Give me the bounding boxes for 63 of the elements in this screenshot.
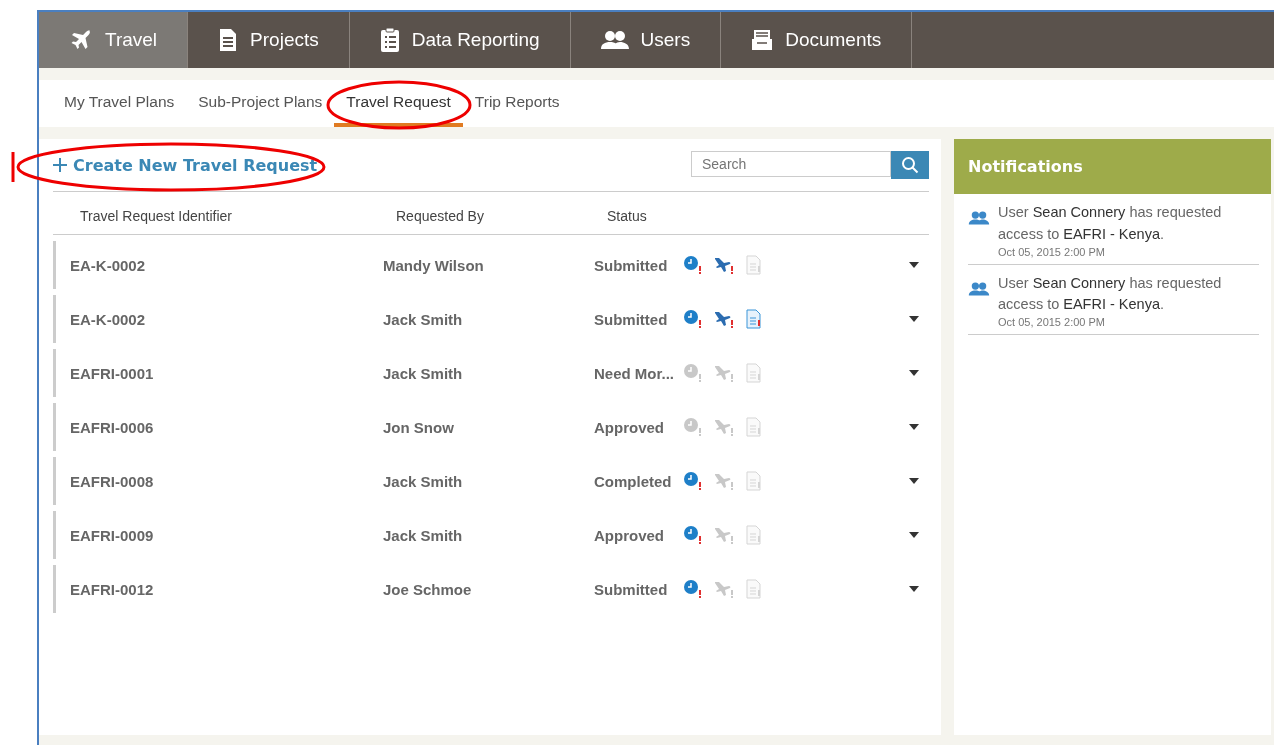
tray-icon [751, 29, 774, 51]
request-id: EAFRI-0009 [70, 526, 154, 544]
search-field[interactable]: Search [691, 151, 891, 177]
nav-tab[interactable]: Users [570, 12, 722, 68]
airplane-icon[interactable] [714, 256, 734, 274]
panel-title: Notifications [954, 139, 1271, 194]
status-text: Submitted [594, 580, 668, 598]
clock-icon[interactable] [684, 472, 702, 490]
users-icon [600, 29, 629, 51]
request-id: EAFRI-0006 [70, 418, 154, 436]
request-id: EAFRI-0001 [70, 364, 154, 382]
status-text: Submitted [594, 256, 668, 274]
users-icon [968, 280, 990, 297]
clock-icon[interactable] [684, 256, 702, 274]
status-text: Submitted [594, 310, 668, 328]
plus-icon [53, 158, 67, 172]
request-id: EAFRI-0008 [70, 472, 154, 490]
requester-name: Joe Schmoe [383, 580, 472, 598]
request-id: EA-K-0002 [70, 256, 146, 274]
nav-tab[interactable]: Travel [39, 12, 189, 68]
status-text: Completed [594, 472, 672, 490]
status-text: Approved [594, 526, 664, 544]
column-header: Travel Request Identifier [80, 208, 233, 224]
status-text: Approved [594, 418, 664, 436]
notification-text: User Sean Connery has requested access to EAFRI - Kenya. [998, 273, 1223, 315]
caret-icon[interactable] [909, 532, 919, 538]
caret-icon[interactable] [909, 370, 919, 376]
requester-name: Jack Smith [383, 526, 463, 544]
caret-icon[interactable] [909, 316, 919, 322]
notification-text: User Sean Connery has requested access to EAFRI - Kenya. [998, 203, 1223, 244]
airplane-icon[interactable] [714, 310, 734, 328]
document-icon [218, 28, 239, 52]
search-icon [901, 156, 919, 174]
search-button[interactable] [891, 151, 929, 179]
caret-icon[interactable] [909, 478, 919, 484]
users-icon [968, 210, 990, 226]
airplane-icon [69, 28, 93, 52]
status-text: Need Mor... [594, 364, 675, 382]
requester-name: Jack Smith [383, 364, 463, 382]
sub-tab[interactable]: Trip Reports [462, 80, 572, 127]
clock-icon[interactable] [684, 310, 702, 328]
request-id: EAFRI-0012 [70, 580, 154, 598]
clock-icon[interactable] [684, 526, 702, 544]
clipboard-icon [379, 27, 400, 53]
caret-icon[interactable] [909, 424, 919, 430]
caret-icon[interactable] [909, 586, 919, 592]
requester-name: Jack Smith [383, 472, 463, 490]
caret-icon[interactable] [909, 262, 919, 268]
requester-name: Jack Smith [383, 310, 463, 328]
report-icon[interactable] [746, 309, 762, 329]
column-header: Status [607, 208, 647, 224]
requester-name: Jon Snow [383, 418, 454, 436]
requester-name: Mandy Wilson [383, 256, 484, 274]
nav-tab[interactable]: Data Reporting [349, 12, 571, 68]
notification-time: Oct 05, 2015 2:00 PM [998, 316, 1106, 328]
column-header: Requested By [396, 208, 485, 224]
request-id: EA-K-0002 [70, 310, 146, 328]
clock-icon[interactable] [684, 580, 702, 598]
sub-tab[interactable]: My Travel Plans [52, 80, 187, 127]
nav-tab[interactable]: Projects [188, 12, 350, 68]
nav-tab[interactable]: Documents [721, 12, 913, 68]
sub-tab[interactable]: Sub-Project Plans [186, 80, 335, 127]
notification-time: Oct 05, 2015 2:00 PM [998, 245, 1106, 258]
